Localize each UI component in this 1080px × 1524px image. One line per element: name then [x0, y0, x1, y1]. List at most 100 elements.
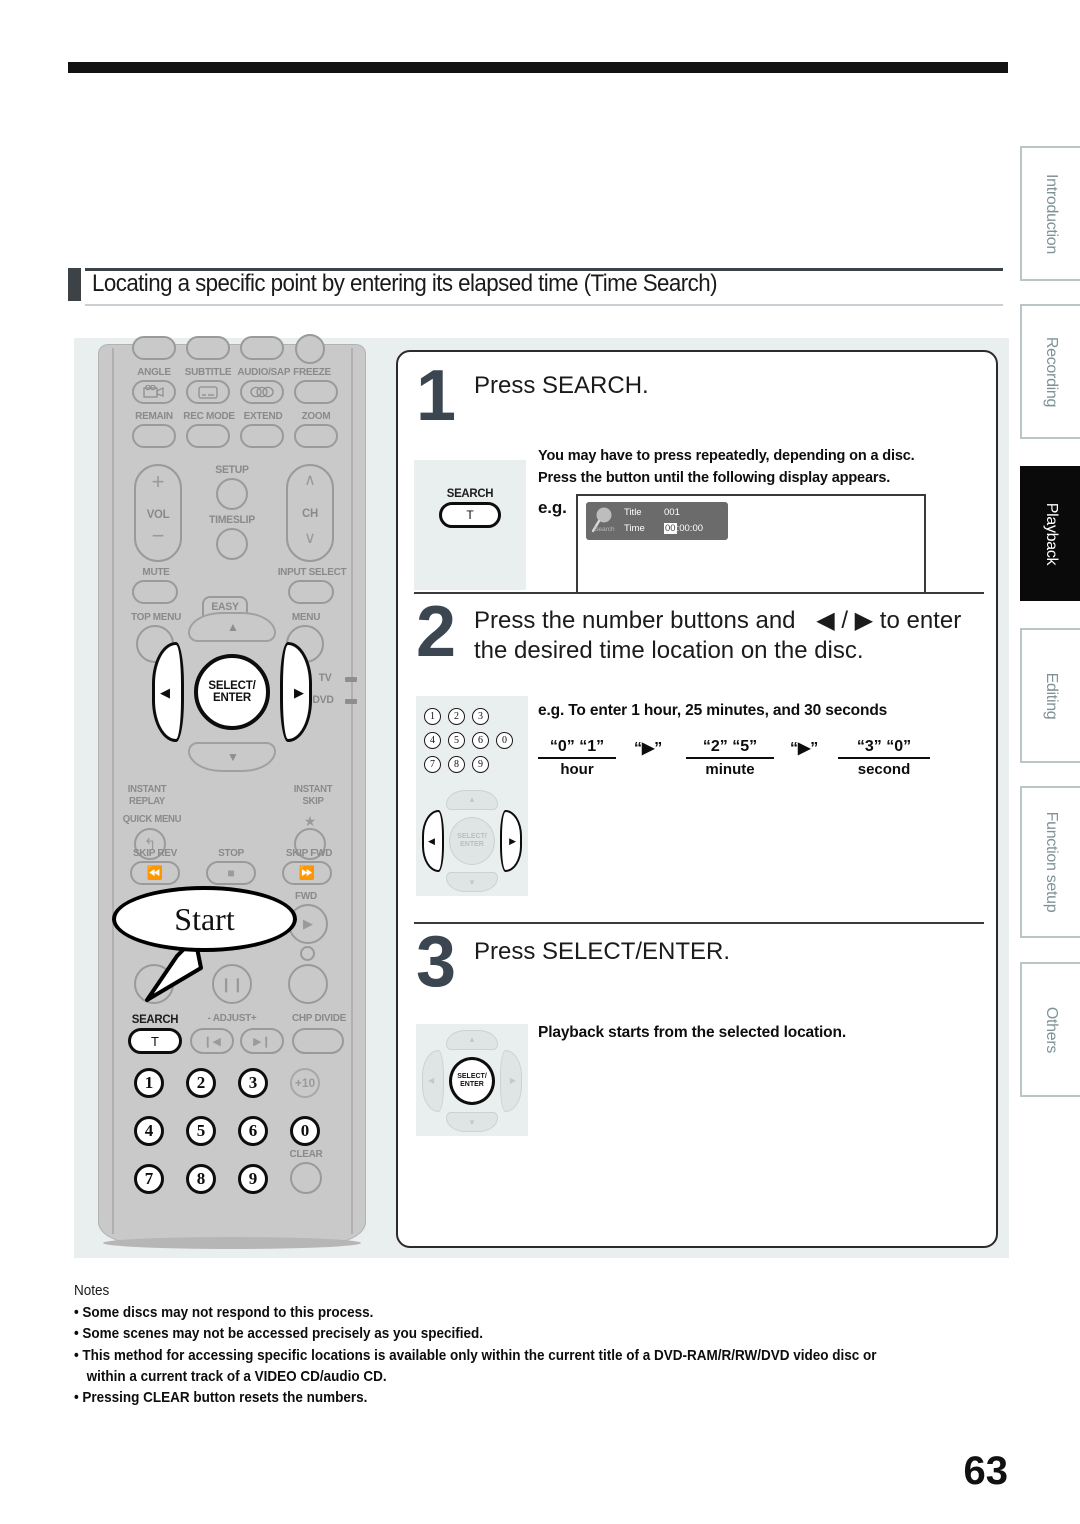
star-icon: ★	[303, 812, 317, 829]
remote-number-5[interactable]: 5	[186, 1116, 216, 1146]
step-2-key-9[interactable]: 9	[472, 756, 489, 773]
remote-button-freeze	[294, 380, 338, 404]
remote-label-skip-rev: SKIP REV	[132, 847, 178, 859]
select-enter-line1: SELECT/	[208, 679, 256, 692]
step-1-number: 1	[416, 356, 457, 436]
remote-rail-right	[351, 348, 353, 1234]
step-2-dpad-right-arrow-icon: ▶	[509, 836, 516, 846]
step-1-search-key[interactable]: T	[439, 502, 501, 528]
osd-title-value: 001	[664, 507, 680, 518]
note-item-1: • Some discs may not respond to this proc…	[74, 1302, 974, 1323]
step-3-dpad-up-arrow-icon: ▲	[468, 1035, 476, 1044]
remote-button-top-2	[186, 336, 230, 360]
remote-label-quick-menu: QUICK MENU	[122, 814, 182, 825]
remote-label-mute: MUTE	[142, 566, 170, 578]
camera-angle-icon	[132, 380, 176, 404]
steps-card: 1 Press SEARCH. SEARCH T You may have to…	[396, 350, 998, 1248]
dpad-up-arrow-icon: ▲	[227, 620, 239, 634]
step-3-heading: Press SELECT/ENTER.	[474, 938, 731, 965]
channel-down-icon: ∨	[304, 530, 316, 547]
remote-number-9[interactable]: 9	[238, 1164, 268, 1194]
sidebar-tab-others-label: Others	[1043, 1006, 1060, 1053]
step-3-number: 3	[416, 922, 457, 1002]
note-text-4: Pressing CLEAR button resets the numbers…	[82, 1389, 368, 1407]
remote-label-input-select: INPUT SELECT	[277, 566, 347, 578]
notes-title: Notes	[74, 1282, 110, 1299]
sidebar-tab-recording[interactable]: Recording	[1020, 304, 1080, 439]
notes-section: Notes • Some discs may not respond to thi…	[74, 1282, 1074, 1408]
note-bullet-2: •	[74, 1325, 79, 1343]
remote-button-plus10: +10	[290, 1068, 320, 1098]
remote-button-remain	[132, 424, 176, 448]
step-2-heading-text2: to enter	[879, 607, 962, 634]
step-2-dpad-center-line1: SELECT/	[457, 833, 487, 841]
osd-time-minute: 00	[679, 523, 690, 534]
step-2-dpad-center-line2: ENTER	[460, 841, 484, 848]
note-text-1: Some discs may not respond to this proce…	[82, 1304, 374, 1321]
remote-number-3[interactable]: 3	[238, 1068, 268, 1098]
sidebar-tab-introduction-label: Introduction	[1043, 173, 1060, 254]
step-2-heading-line1: Press the number buttons and ◀ / ▶ to en…	[474, 606, 961, 635]
step-2-sequence-second: “3” “0” second	[838, 738, 930, 778]
camera-angle-svg	[143, 385, 164, 398]
step-2-second-values: “3” “0”	[838, 738, 930, 759]
step-2-heading-text1: Press the number buttons and	[474, 607, 796, 634]
remote-label-instant-skip: INSTANT SKIP	[293, 784, 333, 807]
step-2-key-7[interactable]: 7	[424, 756, 441, 773]
step-2-dpad-left-arrow-icon: ◀	[428, 836, 435, 846]
adjust-plus-icon: ▶❙	[253, 1035, 271, 1048]
step-2-key-0[interactable]: 0	[496, 732, 513, 749]
step-2-dpad-down-arrow-icon: ▼	[468, 878, 476, 887]
step-2-key-8[interactable]: 8	[448, 756, 465, 773]
step-2-key-6[interactable]: 6	[472, 732, 489, 749]
step-2-key-1[interactable]: 1	[424, 708, 441, 725]
remote-label-angle: ANGLE	[137, 366, 171, 378]
step-2-hour-label: hour	[560, 761, 594, 778]
sidebar-tab-playback-label: Playback	[1043, 502, 1060, 565]
step-2-heading-line2: the desired time location on the disc.	[474, 637, 864, 664]
osd-time-label: Time	[624, 523, 645, 534]
remote-number-4[interactable]: 4	[134, 1116, 164, 1146]
step-1-heading: Press SEARCH.	[474, 372, 649, 399]
sidebar-tab-function-setup[interactable]: Function setup	[1020, 786, 1080, 938]
sidebar-tab-editing[interactable]: Editing	[1020, 628, 1080, 763]
step-1-key-label: SEARCH	[446, 486, 494, 500]
remote-button-small-dot	[300, 946, 315, 961]
step-2-key-2[interactable]: 2	[448, 708, 465, 725]
remote-number-0[interactable]: 0	[290, 1116, 320, 1146]
note-text-3: This method for accessing specific locat…	[82, 1346, 877, 1364]
adjust-minus-icon: ❙◀	[203, 1035, 221, 1048]
remote-button-zoom	[294, 424, 338, 448]
section-heading: Locating a specific point by entering it…	[68, 268, 1003, 308]
volume-down-icon: −	[151, 523, 165, 548]
note-item-3-continued: within a current track of a VIDEO CD/aud…	[86, 1367, 387, 1385]
sidebar-tab-others[interactable]: Others	[1020, 962, 1080, 1097]
osd-time-hour: 00	[664, 523, 677, 534]
step-2-key-3[interactable]: 3	[472, 708, 489, 725]
subtitle-svg	[198, 386, 218, 399]
dpad-right-arrow-icon: ▶	[294, 685, 304, 700]
step-divider-1	[414, 592, 984, 594]
sidebar-tab-introduction[interactable]: Introduction	[1020, 146, 1080, 281]
remote-number-6[interactable]: 6	[238, 1116, 268, 1146]
section-tick	[68, 268, 81, 301]
remote-number-8[interactable]: 8	[186, 1164, 216, 1194]
step-2-hour-values: “0” “1”	[538, 738, 616, 759]
remote-number-7[interactable]: 7	[134, 1164, 164, 1194]
sidebar-tab-playback[interactable]: Playback	[1020, 466, 1080, 601]
step-2-sequence-hour: “0” “1” hour	[538, 738, 616, 778]
step-2-key-5[interactable]: 5	[448, 732, 465, 749]
remote-dpad: ▲ ▼ ◀ ▶ SELECT/ ENTER	[152, 612, 312, 772]
remote-number-1[interactable]: 1	[134, 1068, 164, 1098]
step-2-key-4[interactable]: 4	[424, 732, 441, 749]
remote-button-setup	[216, 478, 248, 510]
step-3-dpad: ▲ ▼ ◀ ▶ SELECT/ ENTER	[422, 1030, 522, 1132]
osd-display: Search Title 001 Time 00:00:00	[586, 502, 728, 540]
note-bullet-4: •	[74, 1389, 79, 1407]
remote-number-2[interactable]: 2	[186, 1068, 216, 1098]
remote-label-freeze: FREEZE	[293, 366, 331, 378]
step-2-dpad-center: SELECT/ ENTER	[449, 817, 495, 865]
step-3-dpad-center[interactable]: SELECT/ ENTER	[449, 1057, 495, 1105]
remote-button-extend	[240, 424, 284, 448]
osd-time-value: 00:00:00	[664, 523, 703, 534]
